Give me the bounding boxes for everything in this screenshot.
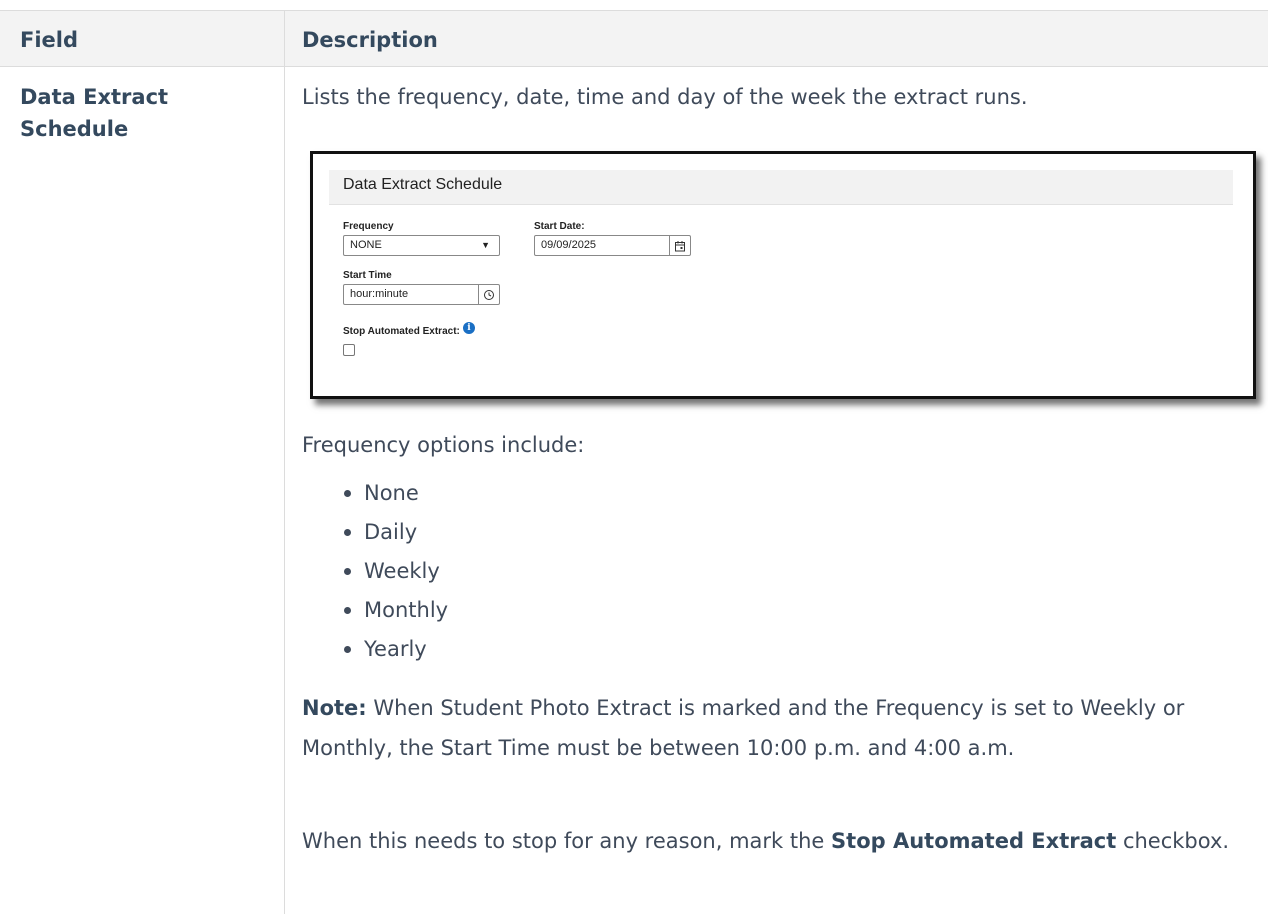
table-header-row: Field Description (0, 10, 1268, 67)
header-field: Field (20, 28, 79, 52)
note-text: When Student Photo Extract is marked and… (302, 696, 1185, 760)
list-item: Yearly (302, 630, 448, 669)
info-icon[interactable]: i (463, 322, 475, 334)
start-date-value: 09/09/2025 (541, 239, 597, 251)
start-time-label: Start Time (343, 270, 392, 281)
bullet-icon (344, 490, 351, 497)
header-description: Description (302, 28, 438, 52)
stop-automated-extract-label: Stop Automated Extract: (343, 326, 460, 337)
start-time-field[interactable]: hour:minute (343, 284, 500, 305)
list-item: Monthly (302, 591, 448, 630)
frequency-options-list: None Daily Weekly Monthly Yearly (302, 474, 448, 669)
frequency-select[interactable]: NONE ▼ (343, 235, 500, 256)
stop-automated-extract-checkbox[interactable] (343, 344, 355, 356)
bullet-icon (344, 529, 351, 536)
clock-icon[interactable] (478, 285, 499, 304)
frequency-label: Frequency (343, 221, 394, 232)
start-date-label: Start Date: (534, 221, 585, 232)
dropdown-caret-icon: ▼ (481, 240, 490, 250)
stop-instructions: When this needs to stop for any reason, … (302, 821, 1262, 861)
field-name-cell: Data Extract Schedule (20, 85, 169, 141)
field-description-table: Field Description Data Extract Schedule … (0, 0, 1268, 914)
bullet-icon (344, 568, 351, 575)
note-paragraph: Note: When Student Photo Extract is mark… (302, 688, 1262, 768)
note-label: Note: (302, 696, 367, 720)
bullet-icon (344, 646, 351, 653)
stop-text-after: checkbox. (1116, 829, 1230, 853)
calendar-icon[interactable] (669, 236, 690, 255)
list-item: Daily (302, 513, 448, 552)
list-item: None (302, 474, 448, 513)
description-intro: Lists the frequency, date, time and day … (302, 85, 1028, 109)
screenshot-title-bar: Data Extract Schedule (329, 170, 1233, 205)
column-divider (284, 10, 285, 914)
start-time-placeholder: hour:minute (350, 288, 409, 300)
stop-text-bold: Stop Automated Extract (831, 829, 1117, 853)
start-date-field[interactable]: 09/09/2025 (534, 235, 691, 256)
stop-text-before: When this needs to stop for any reason, … (302, 829, 832, 853)
bullet-icon (344, 607, 351, 614)
schedule-screenshot: Data Extract Schedule Frequency NONE ▼ S… (310, 151, 1256, 399)
frequency-value: NONE (350, 239, 382, 251)
frequency-options-label: Frequency options include: (302, 433, 585, 457)
list-item: Weekly (302, 552, 448, 591)
screenshot-title: Data Extract Schedule (343, 176, 503, 193)
